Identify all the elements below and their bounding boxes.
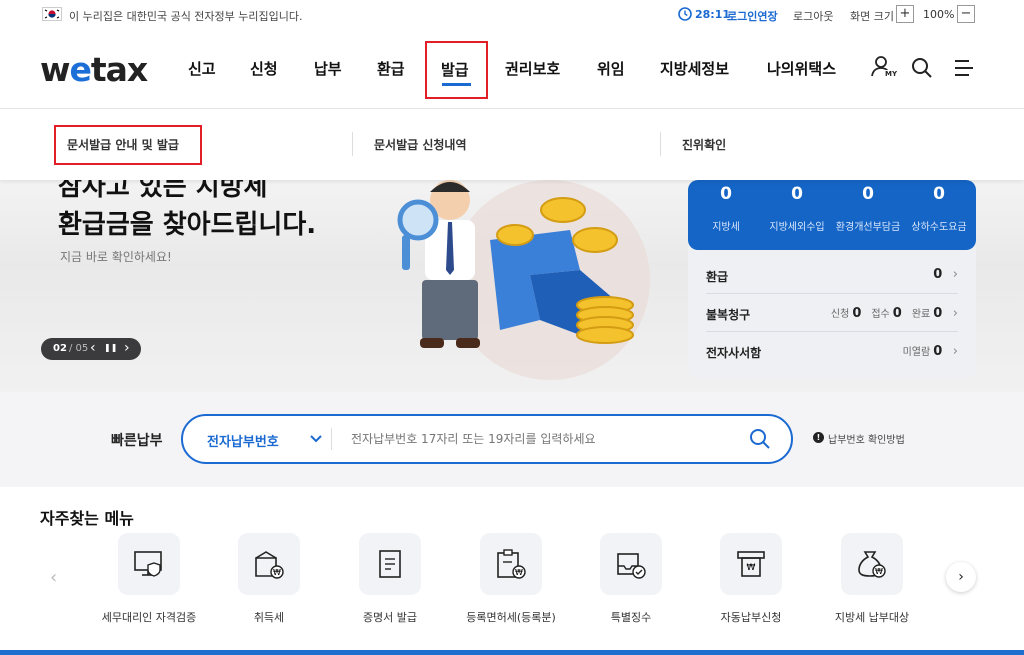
search-icon[interactable]: [911, 57, 933, 83]
info-icon: !: [813, 432, 824, 443]
top-utility-bar: 이 누리집은 대한민국 공식 전자정부 누리집입니다. 28:11 로그인연장 …: [0, 0, 1024, 30]
footer-edge: [0, 650, 1024, 655]
nav-payment[interactable]: 납부: [314, 58, 342, 79]
extend-login-link[interactable]: 로그인연장: [727, 8, 778, 24]
money-bag-icon: ₩: [841, 533, 903, 595]
counter-environment-charge[interactable]: 0 환경개선부담금: [832, 180, 904, 233]
carousel-next-button[interactable]: ›: [946, 562, 976, 592]
menu-icon[interactable]: [953, 58, 975, 82]
counter-water-fee[interactable]: 0 상하수도요금: [903, 180, 975, 233]
nav-refund[interactable]: 환급: [377, 58, 405, 79]
hero-title: 환급금을 찾아드립니다.: [58, 210, 317, 240]
slide-controls: 02 / 05 ‹ ❚❚ ›: [41, 338, 141, 360]
favorite-menu-section: 자주찾는 메뉴 ‹ 세무대리인 자격검증 ₩ 취득세 증명서 발급 ₩ 등록면허…: [0, 487, 1024, 655]
session-timer: 28:11: [695, 8, 731, 21]
nav-report[interactable]: 신고: [188, 58, 216, 79]
main-navigation: wetax 신고 신청 납부 환급 발급 권리보호 위임 지방세정보 나의위택스…: [0, 30, 1024, 108]
my-status-panel: 0 지방세 0 지방세외수입 0 환경개선부담금 0 상하수도요금 환급 0 › 불복청…: [688, 180, 976, 378]
submenu-divider: [660, 132, 661, 156]
monitor-shield-icon: [118, 533, 180, 595]
slide-current: 02: [53, 343, 67, 354]
nav-local-tax-info[interactable]: 지방세정보: [660, 58, 729, 79]
favorite-item[interactable]: ₩ 등록면허세(등록분): [451, 533, 571, 625]
quick-pay-label: 빠른납부: [111, 433, 163, 449]
chevron-right-icon: ›: [952, 344, 958, 359]
official-site-notice: 이 누리집은 대한민국 공식 전자정부 누리집입니다.: [69, 10, 303, 23]
carousel-prev-icon[interactable]: ‹: [50, 567, 57, 588]
favorite-item[interactable]: ₩ 지방세 납부대상: [812, 533, 932, 625]
svg-text:₩: ₩: [747, 563, 756, 573]
nav-my-wetax[interactable]: 나의위택스: [767, 58, 836, 79]
favorite-item[interactable]: ₩ 자동납부신청: [691, 533, 811, 625]
svg-text:₩: ₩: [875, 567, 883, 576]
inbox-check-icon: [600, 533, 662, 595]
nav-rights-protection[interactable]: 권리보호: [505, 58, 560, 79]
submenu-document-issue-guide[interactable]: 문서발급 안내 및 발급: [67, 136, 179, 153]
submenu-divider: [352, 132, 353, 156]
issue-submenu: 문서발급 안내 및 발급 문서발급 신청내역 진위확인: [0, 108, 1024, 180]
counter-non-tax-revenue[interactable]: 0 지방세외수입: [761, 180, 833, 233]
refund-row[interactable]: 환급 0 ›: [706, 256, 958, 294]
document-icon: [359, 533, 421, 595]
chevron-down-icon[interactable]: [309, 430, 323, 449]
counter-local-tax[interactable]: 0 지방세: [690, 180, 762, 233]
logout-link[interactable]: 로그아웃: [793, 8, 833, 24]
submenu-issue-history[interactable]: 문서발급 신청내역: [374, 136, 467, 153]
atm-won-icon: ₩: [720, 533, 782, 595]
chevron-right-icon: ›: [952, 306, 958, 321]
zoom-label: 화면 크기: [850, 10, 894, 23]
favorite-menu-title: 자주찾는 메뉴: [40, 509, 134, 528]
slide-total: / 05: [69, 343, 89, 354]
payment-number-input[interactable]: [351, 426, 741, 452]
nav-active-underline: [442, 83, 471, 86]
svg-text:₩: ₩: [515, 568, 523, 577]
search-icon[interactable]: [749, 428, 771, 454]
favorite-item[interactable]: 특별징수: [571, 533, 691, 625]
house-won-icon: ₩: [238, 533, 300, 595]
nav-issue[interactable]: 발급: [441, 59, 469, 80]
my-page-icon[interactable]: MY: [871, 54, 899, 84]
quick-pay-search: 전자납부번호: [181, 414, 793, 464]
slide-pause-button[interactable]: ❚❚: [104, 343, 117, 352]
slide-next-icon[interactable]: ›: [124, 340, 130, 356]
chevron-right-icon: ›: [958, 569, 964, 585]
nav-delegation[interactable]: 위임: [597, 58, 625, 79]
favorite-item[interactable]: 세무대리인 자격검증: [89, 533, 209, 625]
clipboard-won-icon: ₩: [480, 533, 542, 595]
favorite-item[interactable]: ₩ 취득세: [209, 533, 329, 625]
mailbox-row[interactable]: 전자사서함 미열람 0 ›: [706, 332, 958, 370]
search-divider: [331, 428, 332, 450]
hero-subtitle: 지금 바로 확인하세요!: [60, 250, 172, 264]
wetax-logo[interactable]: wetax: [40, 50, 148, 89]
nav-apply[interactable]: 신청: [250, 58, 278, 79]
payment-type-select[interactable]: 전자납부번호: [207, 431, 279, 450]
nav-issue-highlight[interactable]: 발급: [425, 41, 488, 99]
zoom-out-button[interactable]: −: [957, 5, 975, 23]
payment-number-help-link[interactable]: 납부번호 확인방법: [828, 431, 905, 446]
korea-flag-icon: [42, 7, 62, 21]
tax-counter-box: 0 지방세 0 지방세외수입 0 환경개선부담금 0 상하수도요금: [688, 180, 976, 250]
chevron-right-icon: ›: [952, 267, 958, 282]
hero-illustration: [397, 180, 650, 380]
slide-prev-button[interactable]: ‹: [90, 340, 96, 356]
submenu-authenticity-check[interactable]: 진위확인: [682, 136, 726, 153]
zoom-value: 100%: [923, 8, 955, 21]
svg-text:₩: ₩: [273, 568, 281, 577]
favorite-item[interactable]: 증명서 발급: [330, 533, 450, 625]
appeal-row[interactable]: 불복청구 신청 0 접수 0 완료 0 ›: [706, 294, 958, 332]
zoom-in-button[interactable]: +: [896, 5, 914, 23]
clock-icon: [678, 7, 692, 24]
